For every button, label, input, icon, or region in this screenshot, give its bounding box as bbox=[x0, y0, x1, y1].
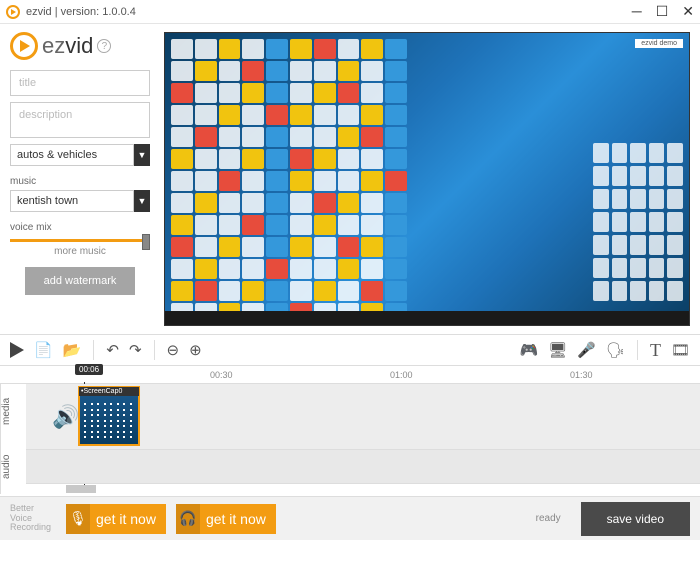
voicemix-label: voice mix bbox=[10, 222, 150, 233]
microphone-icon[interactable]: 🎤 bbox=[577, 341, 596, 359]
help-icon[interactable]: ? bbox=[97, 39, 111, 53]
audio-track[interactable] bbox=[26, 450, 700, 484]
timeline-scrollbar[interactable] bbox=[66, 485, 96, 493]
logo-play-icon bbox=[10, 32, 38, 60]
music-label: music bbox=[10, 176, 150, 187]
chevron-down-icon: ▼ bbox=[134, 190, 150, 212]
promo-label: Better Voice Recording bbox=[10, 504, 56, 534]
description-input[interactable]: description bbox=[10, 102, 150, 138]
play-button[interactable] bbox=[10, 342, 24, 358]
open-folder-button[interactable]: 📂 bbox=[63, 341, 82, 359]
video-preview[interactable]: ezvid demo bbox=[164, 32, 690, 326]
audio-track-label: audio bbox=[0, 439, 26, 494]
window-title: ezvid | version: 1.0.0.4 bbox=[26, 6, 136, 18]
category-select[interactable]: autos & vehicles ▼ bbox=[10, 144, 150, 166]
title-input[interactable]: title bbox=[10, 70, 150, 96]
promo-button-2[interactable]: 🎧 get it now bbox=[176, 504, 276, 534]
gamepad-icon[interactable]: 🎮 bbox=[519, 341, 538, 359]
time-mark: 00:30 bbox=[210, 370, 233, 380]
minimize-button[interactable]: ─ bbox=[632, 3, 642, 20]
redo-button[interactable]: ↷ bbox=[129, 341, 142, 359]
desktop-icons-right bbox=[593, 143, 683, 301]
maximize-button[interactable]: ☐ bbox=[656, 3, 669, 20]
save-video-button[interactable]: save video bbox=[581, 502, 690, 536]
add-media-button[interactable]: 📄 bbox=[34, 341, 53, 359]
headset-icon: 🎧 bbox=[176, 504, 200, 534]
clip-thumb bbox=[83, 402, 135, 441]
desktop-icons-grid bbox=[169, 37, 409, 309]
zoom-out-button[interactable]: ⊖ bbox=[167, 341, 180, 359]
screen-record-icon[interactable]: 🖥 bbox=[548, 341, 567, 359]
chevron-down-icon: ▼ bbox=[134, 144, 150, 166]
speaker-icon: 🔊 bbox=[52, 404, 79, 430]
zoom-in-button[interactable]: ⊕ bbox=[189, 341, 202, 359]
app-logo: ezvid ? bbox=[10, 32, 150, 60]
time-mark: 01:30 bbox=[570, 370, 593, 380]
media-track-label: media bbox=[0, 384, 26, 439]
voice-synth-icon[interactable]: 🗣 bbox=[606, 341, 625, 359]
time-mark: 01:00 bbox=[390, 370, 413, 380]
close-button[interactable]: ✕ bbox=[682, 3, 694, 20]
playhead-time: 00:06 bbox=[75, 364, 103, 375]
status-text: ready bbox=[536, 513, 561, 524]
undo-button[interactable]: ↶ bbox=[106, 341, 119, 359]
music-select[interactable]: kentish town ▼ bbox=[10, 190, 150, 212]
mic-device-icon: 🎙 bbox=[66, 504, 90, 534]
app-icon bbox=[6, 5, 20, 19]
film-icon[interactable]: 🎞 bbox=[671, 341, 690, 359]
preview-badge: ezvid demo bbox=[635, 39, 683, 48]
add-watermark-button[interactable]: add watermark bbox=[25, 267, 135, 295]
more-music-link[interactable]: more music bbox=[10, 246, 150, 257]
media-track[interactable]: 🔊 •ScreenCap0 bbox=[26, 384, 700, 450]
timeline-ruler[interactable]: 00:06 00:30 01:00 01:30 bbox=[0, 366, 700, 384]
voicemix-slider[interactable] bbox=[10, 239, 150, 242]
promo-button-1[interactable]: 🎙 get it now bbox=[66, 504, 166, 534]
video-clip[interactable]: •ScreenCap0 bbox=[78, 386, 140, 446]
windows-taskbar bbox=[165, 311, 689, 325]
text-tool-icon[interactable]: T bbox=[650, 340, 661, 361]
